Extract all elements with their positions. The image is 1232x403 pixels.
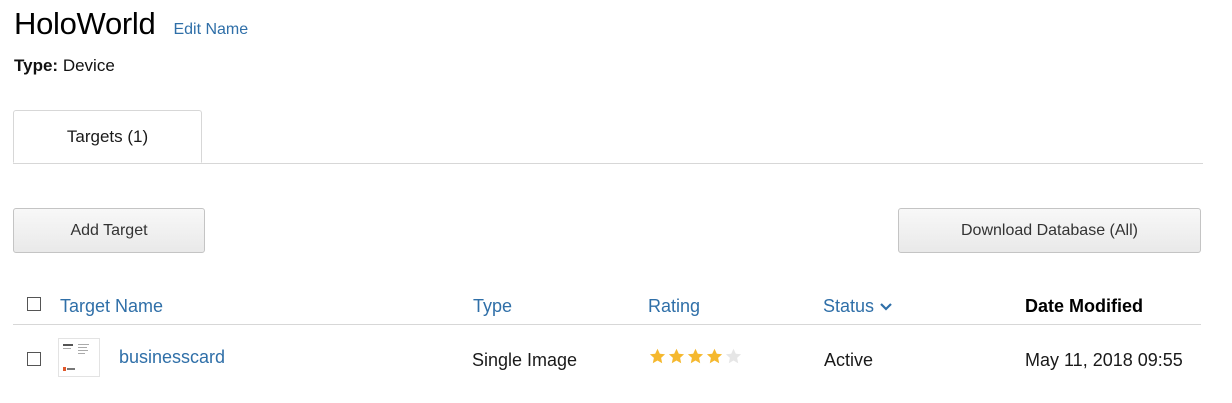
status-header-label: Status	[823, 296, 875, 316]
title-row: HoloWorld Edit Name	[14, 6, 248, 42]
select-all-checkbox[interactable]	[27, 297, 41, 311]
target-date-modified: May 11, 2018 09:55	[1025, 350, 1183, 370]
column-header-date-modified: Date Modified	[1025, 296, 1144, 316]
page-title: HoloWorld	[14, 6, 156, 41]
type-value: Device	[62, 56, 115, 75]
target-name-link[interactable]: businesscard	[119, 347, 225, 368]
column-header-type[interactable]: Type	[473, 296, 512, 317]
star-filled-icon	[668, 348, 685, 364]
star-filled-icon	[706, 348, 723, 364]
star-filled-icon	[687, 348, 704, 364]
target-status: Active	[824, 350, 874, 370]
type-label: Type:	[14, 56, 59, 75]
column-header-rating[interactable]: Rating	[648, 296, 700, 317]
star-filled-icon	[649, 348, 666, 364]
chevron-down-icon	[880, 302, 892, 311]
table-header	[13, 288, 1201, 325]
target-type: Single Image	[472, 350, 578, 370]
row-checkbox[interactable]	[27, 352, 41, 366]
database-type: Type: Device	[14, 56, 115, 76]
star-empty-icon	[725, 348, 742, 364]
tabs-divider	[13, 163, 1203, 164]
add-target-button[interactable]: Add Target	[13, 208, 205, 253]
download-database-button[interactable]: Download Database (All)	[898, 208, 1201, 253]
edit-name-link[interactable]: Edit Name	[173, 21, 248, 39]
column-header-target-name[interactable]: Target Name	[60, 296, 163, 317]
database-detail-page: HoloWorld Edit Name Type: Device Targets…	[0, 0, 1232, 403]
target-thumbnail[interactable]	[58, 338, 100, 377]
column-header-status[interactable]: Status	[823, 296, 893, 317]
rating-stars	[649, 348, 742, 365]
tab-targets[interactable]: Targets (1)	[13, 110, 202, 163]
